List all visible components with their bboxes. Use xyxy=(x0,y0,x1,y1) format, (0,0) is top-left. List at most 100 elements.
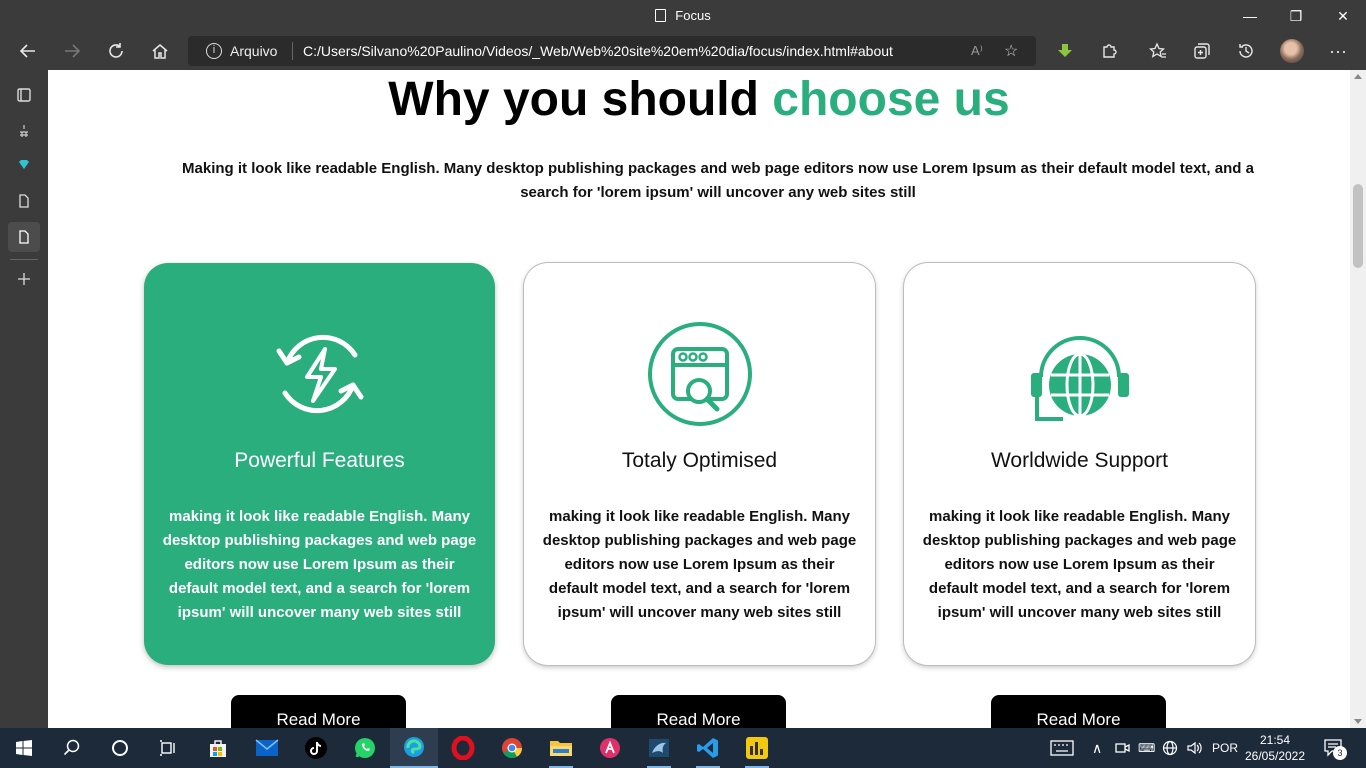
address-bar[interactable]: i Arquivo C:/Users/Silvano%20Paulino/Vid… xyxy=(188,36,1036,66)
address-url[interactable]: C:/Users/Silvano%20Paulino/Videos/_Web/W… xyxy=(303,43,893,59)
scrollbar-thumb[interactable] xyxy=(1353,184,1363,268)
tray-network[interactable] xyxy=(1162,728,1178,768)
taskbar-file-explorer[interactable] xyxy=(537,728,585,768)
taskbar-tiktok[interactable] xyxy=(292,728,340,768)
taskbar-edge[interactable] xyxy=(390,728,438,768)
tray-ime-icon[interactable]: ⌨ xyxy=(1138,728,1155,768)
globe-network-icon xyxy=(1162,740,1178,756)
feature-card-optimised: Totaly Optimised making it look like rea… xyxy=(524,263,875,665)
taskbar-vscode[interactable] xyxy=(684,728,732,768)
vertical-scrollbar[interactable] xyxy=(1350,70,1366,728)
history-button[interactable] xyxy=(1230,36,1262,66)
notification-center-button[interactable]: 3 xyxy=(1324,728,1347,768)
forward-button[interactable] xyxy=(56,36,88,66)
taskbar-opera[interactable] xyxy=(439,728,487,768)
start-button[interactable] xyxy=(0,728,48,768)
taskbar-mysql-workbench[interactable] xyxy=(635,728,683,768)
task-view-button[interactable] xyxy=(144,728,192,768)
close-button[interactable]: ✕ xyxy=(1320,0,1366,32)
address-divider xyxy=(292,42,293,60)
taskbar-powerbi[interactable] xyxy=(733,728,781,768)
search-icon xyxy=(63,739,80,756)
home-button[interactable] xyxy=(144,36,176,66)
page-icon xyxy=(655,9,667,22)
read-more-button-powerful[interactable]: Read More xyxy=(231,695,406,728)
history-clock-icon xyxy=(1239,44,1253,58)
globe-headset-icon xyxy=(1031,336,1129,421)
yellow-app-icon xyxy=(746,737,768,759)
new-tab-button[interactable] xyxy=(8,264,40,294)
cortana-button[interactable] xyxy=(96,728,144,768)
page-viewport: Why you should choose us Making it look … xyxy=(48,70,1350,728)
opera-icon xyxy=(451,736,475,760)
site-favicon-icon xyxy=(20,125,28,137)
feature-card-support: Worldwide Support making it look like re… xyxy=(904,263,1255,665)
forward-arrow-icon xyxy=(65,44,81,58)
search-button[interactable] xyxy=(48,728,96,768)
puzzle-icon xyxy=(1103,44,1117,58)
window-title: Focus xyxy=(675,8,711,23)
clock-time: 21:54 xyxy=(1259,733,1291,747)
card-title: Worldwide Support xyxy=(990,449,1169,472)
taskbar-whatsapp[interactable] xyxy=(341,728,389,768)
edge-browser-icon xyxy=(404,737,424,757)
sidebar-divider xyxy=(10,259,38,260)
info-icon[interactable]: i xyxy=(206,43,222,59)
tray-volume[interactable] xyxy=(1186,728,1204,768)
sidebar-tab-1[interactable] xyxy=(8,116,40,146)
download-extension-button[interactable] xyxy=(1049,36,1081,66)
diamond-icon xyxy=(19,160,29,169)
refresh-button[interactable] xyxy=(100,36,132,66)
sidebar-tab-active[interactable] xyxy=(8,222,40,252)
collections-button[interactable] xyxy=(1186,36,1218,66)
document-icon xyxy=(19,230,29,244)
feature-card-powerful: Powerful Features making it look like re… xyxy=(144,263,495,665)
card-text: making it look like readable English. Ma… xyxy=(542,508,857,621)
tray-keyboard[interactable] xyxy=(1050,728,1074,768)
app-a-icon xyxy=(600,738,620,758)
extensions-button[interactable] xyxy=(1093,36,1125,66)
notification-count-badge: 3 xyxy=(1333,746,1347,760)
windows-logo-icon xyxy=(16,740,32,756)
plus-icon xyxy=(18,273,30,285)
collections-icon xyxy=(1194,43,1210,59)
card-text: making it look like readable English. Ma… xyxy=(162,508,477,621)
back-button[interactable] xyxy=(12,36,44,66)
cortana-circle-icon xyxy=(112,740,128,756)
mail-envelope-icon xyxy=(255,739,279,756)
profile-button[interactable] xyxy=(1276,36,1308,66)
taskbar-mail[interactable] xyxy=(243,728,291,768)
taskbar-chrome[interactable] xyxy=(488,728,536,768)
settings-more-button[interactable]: ··· xyxy=(1322,36,1354,66)
refresh-icon xyxy=(109,43,123,58)
taskbar-app-a[interactable] xyxy=(586,728,634,768)
browser-sidebar xyxy=(0,70,48,728)
scroll-down-arrow-icon[interactable] xyxy=(1354,719,1362,724)
avatar xyxy=(1280,39,1304,63)
task-view-icon xyxy=(160,740,175,756)
tab-actions-button[interactable] xyxy=(8,80,40,110)
tray-overflow-chevron-icon[interactable]: ∧ xyxy=(1092,728,1102,768)
favorites-button[interactable] xyxy=(1142,36,1174,66)
restore-button[interactable]: ❐ xyxy=(1273,0,1319,32)
taskbar-clock[interactable]: 21:54 26/05/2022 xyxy=(1240,732,1310,764)
window-title-area: Focus xyxy=(0,8,1366,23)
taskbar-store[interactable] xyxy=(194,728,242,768)
tray-device-icon[interactable] xyxy=(1114,728,1130,768)
scroll-up-arrow-icon[interactable] xyxy=(1354,74,1362,79)
sidebar-tab-2[interactable] xyxy=(8,150,40,180)
sidebar-tab-3[interactable] xyxy=(8,186,40,216)
whatsapp-icon xyxy=(355,738,375,758)
section-intro: Making it look like readable English. Ma… xyxy=(182,160,1254,201)
read-more-button-optimised[interactable]: Read More xyxy=(611,695,786,728)
read-more-button-support[interactable]: Read More xyxy=(991,695,1166,728)
tab-actions-icon xyxy=(17,88,31,102)
chrome-icon xyxy=(502,738,523,759)
add-favorite-icon[interactable]: ☆ xyxy=(1004,41,1018,61)
favorites-star-icon xyxy=(1149,42,1166,58)
read-aloud-icon[interactable]: A⁾ xyxy=(971,43,983,59)
minimize-button[interactable]: — xyxy=(1227,0,1273,32)
card-text: making it look like readable English. Ma… xyxy=(922,508,1237,621)
dolphin-icon xyxy=(649,739,669,757)
tray-language[interactable]: POR xyxy=(1212,728,1238,768)
